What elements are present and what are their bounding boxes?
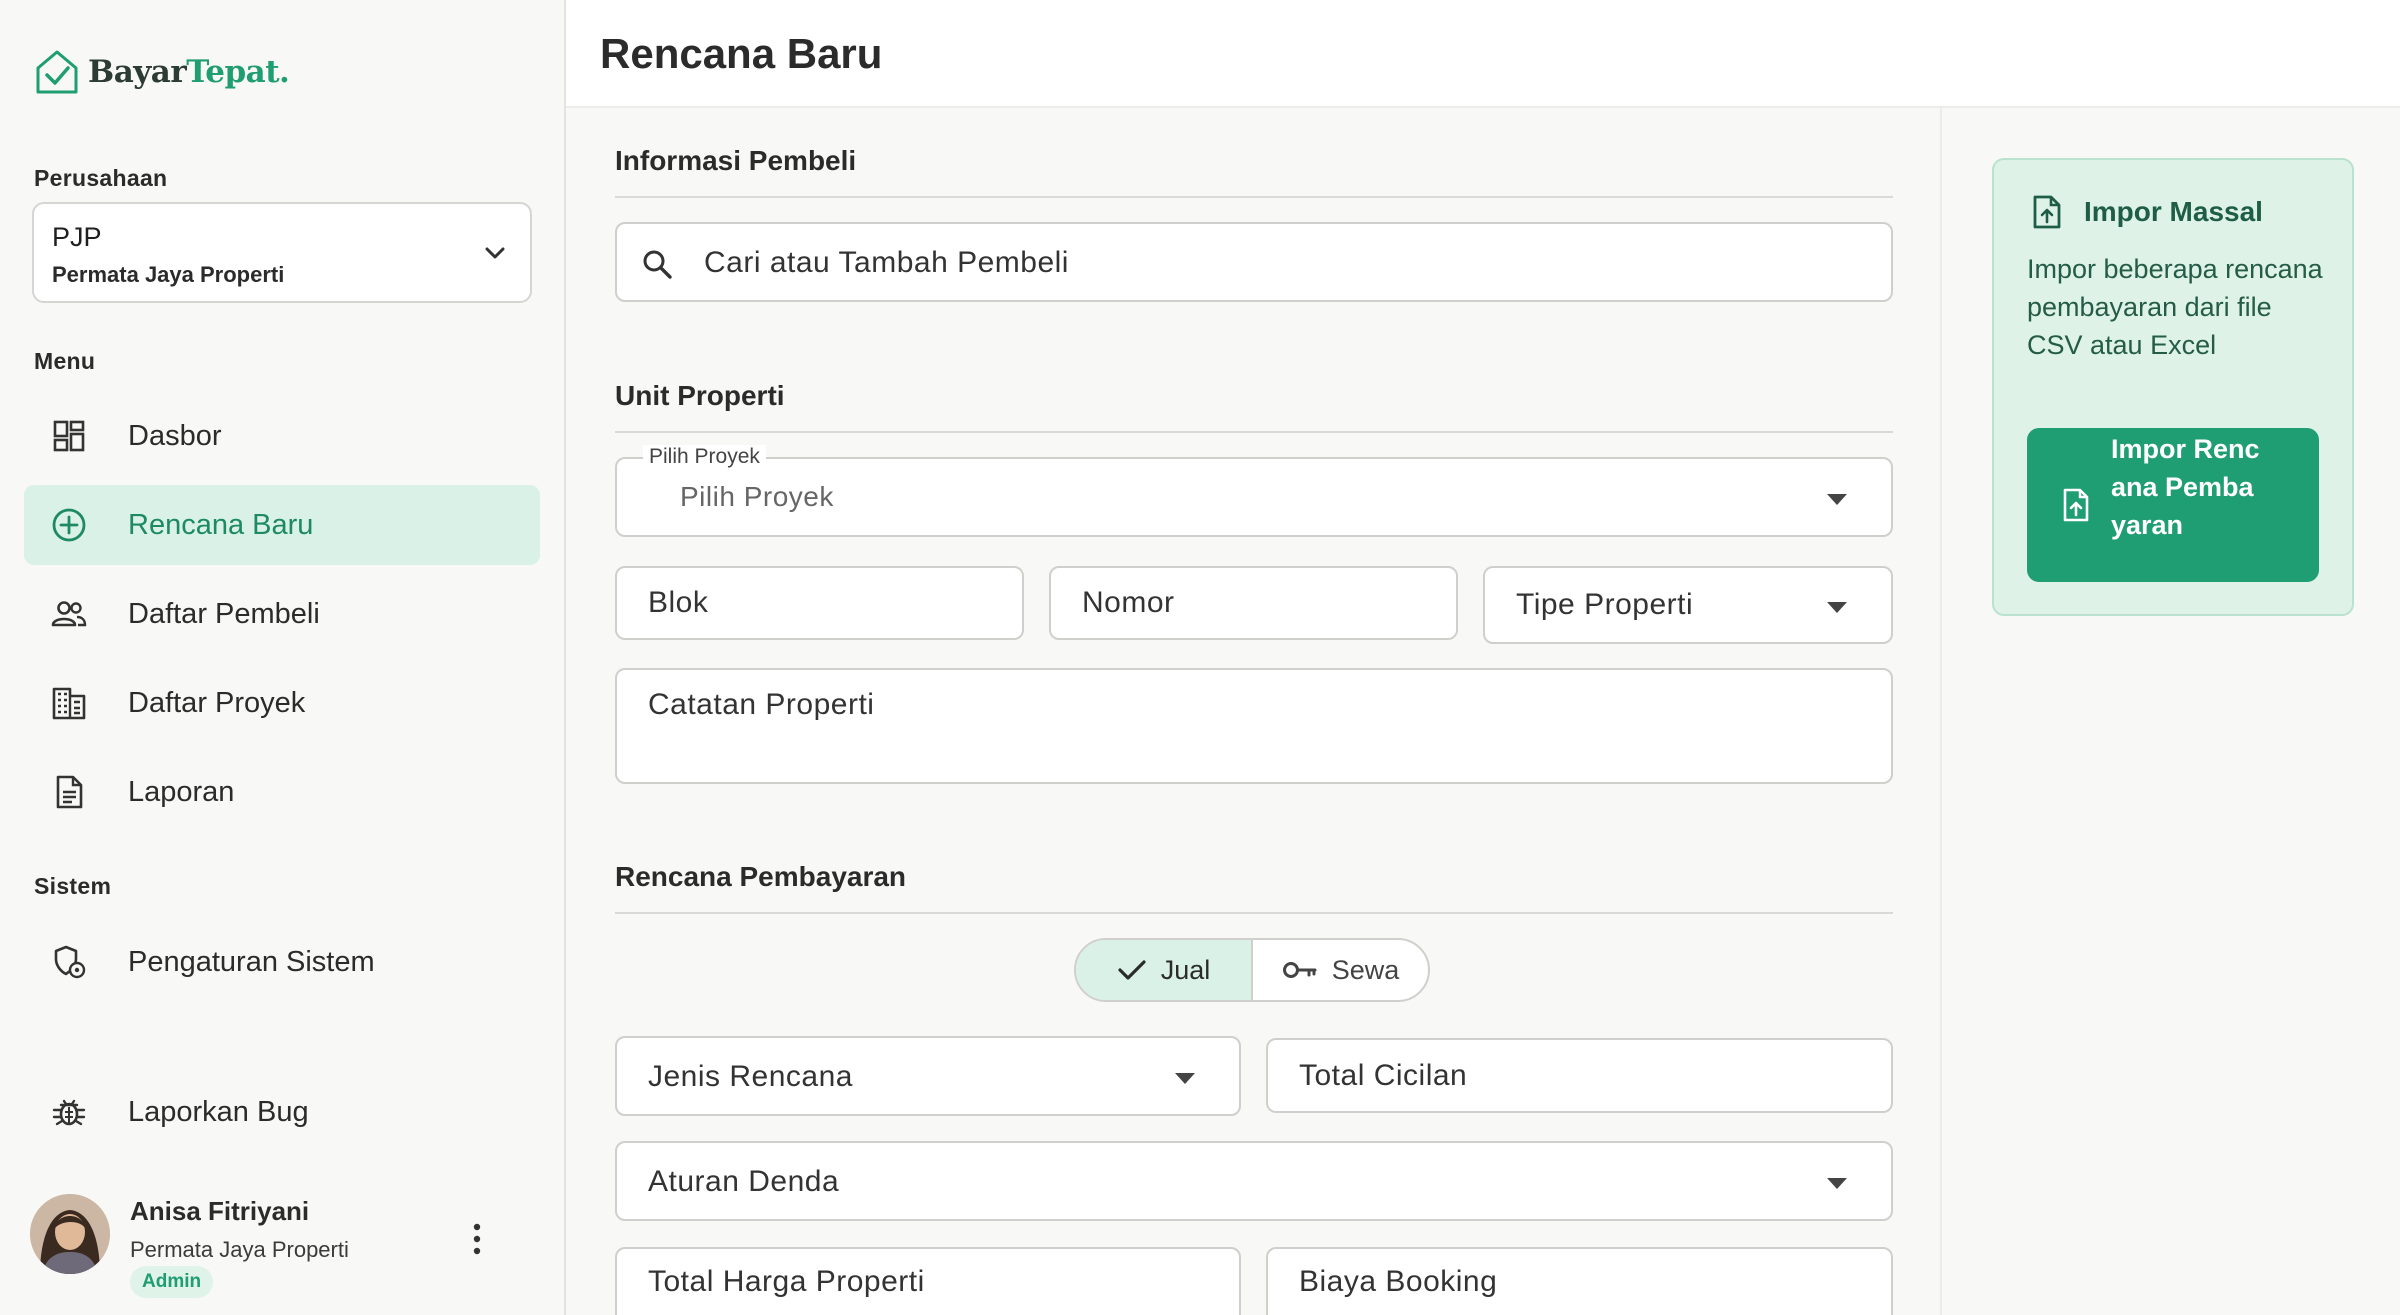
number-placeholder: Nomor: [1082, 586, 1175, 619]
user-name: Anisa Fitriyani: [130, 1196, 310, 1226]
plan-type-placeholder: Jenis Rencana: [648, 1060, 853, 1093]
property-type-select[interactable]: Tipe Properti: [1483, 566, 1893, 644]
mode-sell-option[interactable]: Jual: [1076, 940, 1253, 1000]
divider: [615, 431, 1893, 433]
house-check-icon: [36, 50, 78, 94]
page-title: Rencana Baru: [600, 30, 883, 77]
bulk-import-title: Impor Massal: [2084, 196, 2263, 227]
import-plans-button[interactable]: Impor Rencana Pembayaran: [2027, 428, 2319, 582]
chevron-down-icon: [485, 247, 505, 259]
plan-form: Informasi Pembeli Cari atau Tambah Pembe…: [566, 108, 1940, 1315]
sale-rent-toggle: Jual Sewa: [1074, 938, 1430, 1002]
logo[interactable]: BayarTepat.: [34, 48, 290, 96]
total-price-placeholder: Total Harga Properti: [648, 1265, 925, 1298]
bulk-import-card: Impor Massal Impor beberapa rencana pemb…: [1992, 158, 2354, 616]
logo-text: BayarTepat.: [88, 54, 290, 90]
role-badge: Admin: [130, 1266, 214, 1298]
avatar-image: [30, 1194, 110, 1274]
page-header: Rencana Baru: [566, 0, 2400, 108]
sidebar-item-label: Daftar Pembeli: [128, 597, 320, 630]
booking-fee-input[interactable]: Biaya Booking: [1266, 1247, 1893, 1315]
sidebar-item-rencana-baru[interactable]: Rencana Baru: [24, 485, 540, 565]
penalty-rule-placeholder: Aturan Denda: [648, 1165, 840, 1198]
bug-icon: [52, 1099, 86, 1126]
sidebar-item-daftar-proyek[interactable]: Daftar Proyek: [24, 663, 540, 743]
user-company: Permata Jaya Properti: [130, 1237, 349, 1262]
caret-down-icon: [1175, 1073, 1195, 1084]
sidebar-item-label: Laporan: [128, 775, 235, 808]
search-icon: [643, 250, 672, 279]
property-notes-placeholder: Catatan Properti: [648, 688, 875, 721]
file-upload-icon: [2063, 488, 2089, 522]
report-bug-label: Laporkan Bug: [128, 1095, 309, 1128]
booking-fee-placeholder: Biaya Booking: [1299, 1265, 1498, 1298]
system-label: Sistem: [34, 873, 112, 899]
plan-type-select[interactable]: Jenis Rencana: [615, 1036, 1241, 1116]
company-select[interactable]: PJP Permata Jaya Properti: [32, 202, 532, 303]
document-icon: [56, 775, 83, 809]
block-input[interactable]: Blok: [615, 566, 1024, 640]
dashboard-icon: [53, 420, 85, 452]
caret-down-icon: [1827, 602, 1847, 613]
company-code: PJP: [52, 222, 102, 252]
buyer-search-placeholder: Cari atau Tambah Pembeli: [704, 246, 1069, 279]
sidebar-item-label: Pengaturan Sistem: [128, 945, 375, 978]
bulk-import-description: Impor beberapa rencana pembayaran dari f…: [2027, 254, 2323, 360]
sidebar: BayarTepat. Perusahaan PJP Permata Jaya …: [0, 0, 566, 1315]
sidebar-item-pengaturan-sistem[interactable]: Pengaturan Sistem: [24, 922, 540, 1002]
divider: [615, 912, 1893, 914]
more-vertical-icon[interactable]: [470, 1222, 484, 1256]
user-profile: Anisa Fitriyani Permata Jaya Properti Ad…: [30, 1192, 540, 1302]
total-price-input[interactable]: Total Harga Properti: [615, 1247, 1241, 1315]
mode-rent-label: Sewa: [1331, 954, 1400, 985]
menu-label: Menu: [34, 348, 96, 374]
sidebar-item-dasbor[interactable]: Dasbor: [24, 396, 540, 476]
installments-placeholder: Total Cicilan: [1299, 1059, 1468, 1092]
key-icon: [1282, 962, 1317, 978]
penalty-rule-select[interactable]: Aturan Denda: [615, 1141, 1893, 1221]
caret-down-icon: [1827, 1178, 1847, 1189]
number-input[interactable]: Nomor: [1049, 566, 1458, 640]
plus-circle-icon: [52, 508, 86, 542]
project-select-placeholder: Pilih Proyek: [680, 481, 834, 512]
building-icon: [52, 687, 86, 720]
avatar[interactable]: [30, 1194, 110, 1274]
mode-sell-label: Jual: [1160, 954, 1211, 985]
company-name: Permata Jaya Properti: [52, 262, 285, 287]
buyer-search-input[interactable]: Cari atau Tambah Pembeli: [615, 222, 1893, 302]
sidebar-item-label: Rencana Baru: [128, 508, 314, 541]
report-bug-button[interactable]: Laporkan Bug: [24, 1072, 540, 1152]
mode-rent-option[interactable]: Sewa: [1253, 940, 1428, 1000]
sidebar-item-label: Daftar Proyek: [128, 686, 306, 719]
payment-section-title: Rencana Pembayaran: [615, 861, 907, 892]
property-type-placeholder: Tipe Properti: [1516, 588, 1694, 621]
import-plans-label: Impor Rencana Pembayaran: [2111, 434, 2260, 540]
check-icon: [1118, 960, 1146, 980]
file-upload-icon: [2033, 195, 2061, 229]
company-label: Perusahaan: [34, 165, 168, 191]
sidebar-item-label: Dasbor: [128, 419, 222, 452]
project-select-legend: Pilih Proyek: [643, 445, 766, 469]
property-section-title: Unit Properti: [615, 380, 785, 411]
users-icon: [51, 601, 87, 627]
block-placeholder: Blok: [648, 586, 709, 619]
settings-icon: [54, 945, 86, 979]
project-select[interactable]: Pilih Proyek Pilih Proyek: [615, 445, 1893, 537]
caret-down-icon: [1827, 494, 1847, 505]
installments-input[interactable]: Total Cicilan: [1266, 1038, 1893, 1113]
property-notes-textarea[interactable]: Catatan Properti: [615, 668, 1893, 784]
divider: [615, 196, 1893, 198]
sidebar-item-laporan[interactable]: Laporan: [24, 752, 540, 832]
right-panel: Impor Massal Impor beberapa rencana pemb…: [1940, 108, 2400, 1315]
buyer-section-title: Informasi Pembeli: [615, 145, 857, 176]
sidebar-item-daftar-pembeli[interactable]: Daftar Pembeli: [24, 574, 540, 654]
